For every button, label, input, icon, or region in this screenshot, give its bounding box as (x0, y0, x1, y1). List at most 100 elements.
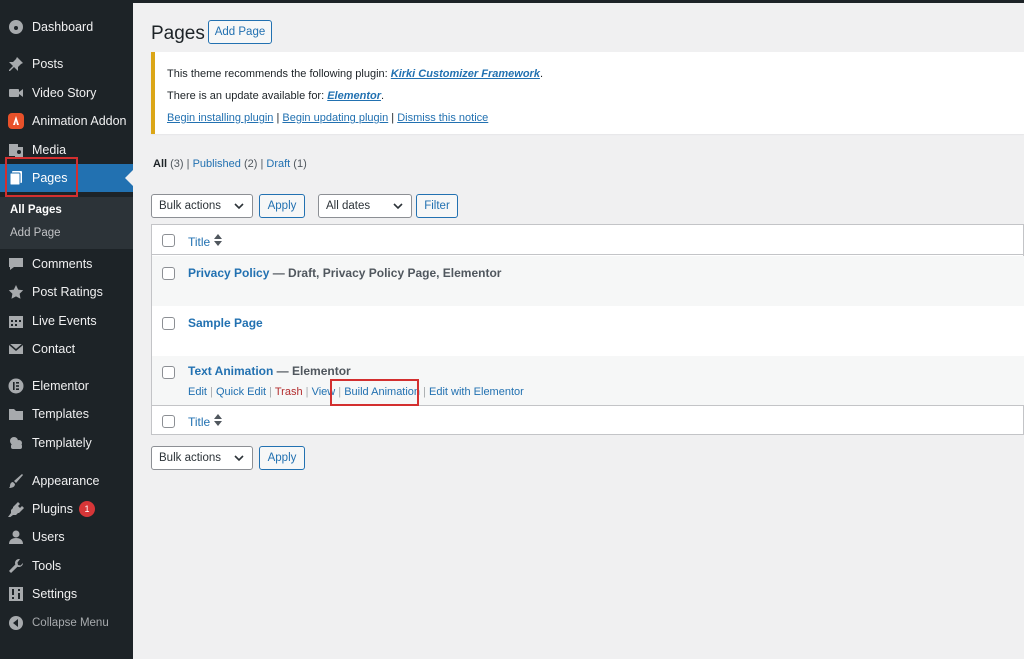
notice-links: Begin installing plugin | Begin updating… (167, 112, 488, 124)
sidebar-item-label: Post Ratings (32, 285, 103, 299)
elementor-icon (8, 378, 24, 394)
title-column-label: Title (188, 414, 211, 429)
dates-filter-select[interactable]: All dates (318, 194, 412, 218)
sort-icon (214, 414, 223, 429)
sidebar-item-live-events[interactable]: Live Events (0, 307, 133, 335)
wrench-icon (8, 558, 24, 574)
table-row: Text Animation — Elementor Edit | Quick … (152, 356, 1024, 406)
select-all-checkbox-footer[interactable] (162, 415, 175, 428)
row-title: Sample Page (188, 316, 263, 330)
bulk-actions-select[interactable]: Bulk actions (151, 194, 253, 218)
row-title: Text Animation — Elementor (188, 364, 351, 378)
sidebar-item-templately[interactable]: Templately (0, 429, 133, 457)
plugin-icon (8, 501, 24, 517)
edit-link[interactable]: Edit (188, 386, 207, 398)
settings-icon (8, 586, 24, 602)
sidebar-item-elementor[interactable]: Elementor (0, 372, 133, 400)
row-checkbox[interactable] (162, 366, 175, 379)
separator: | (423, 386, 426, 398)
sidebar-item-label: Templately (32, 436, 92, 450)
post-state: — Draft, Privacy Policy Page, Elementor (269, 266, 502, 280)
filter-published[interactable]: Published (193, 158, 241, 170)
sidebar-item-settings[interactable]: Settings (0, 580, 133, 608)
notice-line-update: There is an update available for: Elemen… (167, 90, 384, 102)
sidebar-item-appearance[interactable]: Appearance (0, 467, 133, 495)
pin-icon (8, 56, 24, 72)
row-checkbox[interactable] (162, 317, 175, 330)
sidebar-item-label: Tools (32, 559, 62, 573)
page-title-link[interactable]: Text Animation (188, 364, 273, 378)
folder-icon (8, 406, 24, 422)
page-title-link[interactable]: Privacy Policy (188, 266, 269, 280)
sidebar-item-tools[interactable]: Tools (0, 552, 133, 580)
begin-updating-link[interactable]: Begin updating plugin (282, 112, 388, 124)
quick-edit-link[interactable]: Quick Edit (216, 386, 266, 398)
collapse-menu-label: Collapse Menu (32, 617, 109, 629)
bulk-apply-button-bottom[interactable]: Apply (259, 446, 305, 470)
collapse-menu-button[interactable]: Collapse Menu (0, 609, 133, 637)
calendar-icon (8, 313, 24, 329)
dismiss-notice-link[interactable]: Dismiss this notice (397, 112, 488, 124)
sort-icon (214, 234, 223, 249)
pages-table: Title Privacy Policy — Draft, Privacy Po… (151, 224, 1024, 435)
table-footer-row: Title (152, 407, 1024, 436)
sidebar-item-contact[interactable]: Contact (0, 335, 133, 363)
chevron-down-icon (234, 455, 244, 462)
templately-icon (8, 435, 24, 451)
media-icon (8, 142, 24, 158)
sidebar-item-comments[interactable]: Comments (0, 250, 133, 278)
dates-filter-value: All dates (326, 200, 371, 212)
submenu-all-pages[interactable]: All Pages (10, 204, 62, 216)
sidebar-item-posts[interactable]: Posts (0, 50, 133, 78)
row-checkbox[interactable] (162, 267, 175, 280)
post-state: — Elementor (273, 364, 351, 378)
sidebar-item-label: Posts (32, 57, 64, 71)
sidebar-item-plugins[interactable]: Plugins 1 (0, 495, 133, 523)
user-icon (8, 529, 24, 545)
highlight-box-build-animation (330, 379, 419, 406)
sidebar-item-label: Elementor (32, 379, 89, 393)
filter-all-count: (3) (170, 158, 184, 170)
trash-link[interactable]: Trash (275, 386, 303, 398)
submenu-add-page[interactable]: Add Page (10, 227, 61, 239)
notice-text: . (539, 68, 543, 80)
title-column-header[interactable]: Title (188, 234, 223, 249)
filter-draft-count: (1) (293, 158, 307, 170)
kirki-plugin-link[interactable]: Kirki Customizer Framework (391, 68, 540, 80)
sidebar-item-animation-addon[interactable]: Animation Addon (0, 107, 133, 135)
notice-text: This theme recommends the following plug… (167, 68, 391, 80)
edit-with-elementor-link[interactable]: Edit with Elementor (429, 386, 524, 398)
sidebar-item-label: Settings (32, 587, 78, 601)
sidebar-item-label: Users (32, 530, 65, 544)
star-icon (8, 284, 24, 300)
plugin-notice: This theme recommends the following plug… (151, 52, 1024, 134)
admin-sidebar: Dashboard Posts Video Story Animation Ad… (0, 3, 133, 659)
filter-all[interactable]: All (153, 158, 167, 170)
page-title-link[interactable]: Sample Page (188, 316, 263, 330)
title-column-label: Title (188, 234, 211, 249)
bulk-actions-value: Bulk actions (159, 200, 222, 212)
elementor-plugin-link[interactable]: Elementor (327, 90, 381, 102)
sidebar-item-users[interactable]: Users (0, 523, 133, 551)
sidebar-item-dashboard[interactable]: Dashboard (0, 13, 133, 41)
sidebar-item-label: Templates (32, 407, 89, 421)
bulk-apply-button[interactable]: Apply (259, 194, 305, 218)
title-column-footer[interactable]: Title (188, 414, 223, 429)
sidebar-item-post-ratings[interactable]: Post Ratings (0, 278, 133, 306)
brush-icon (8, 473, 24, 489)
sidebar-item-video-story[interactable]: Video Story (0, 79, 133, 107)
sidebar-item-templates[interactable]: Templates (0, 400, 133, 428)
filter-button[interactable]: Filter (416, 194, 458, 218)
table-row: Privacy Policy — Draft, Privacy Policy P… (152, 256, 1024, 306)
filter-draft[interactable]: Draft (266, 158, 290, 170)
separator: | (391, 112, 395, 124)
sidebar-item-label: Appearance (32, 474, 100, 488)
collapse-icon (8, 615, 24, 631)
bulk-actions-select-bottom[interactable]: Bulk actions (151, 446, 253, 470)
table-header-row: Title (152, 225, 1024, 255)
highlight-box-pages (5, 157, 78, 197)
add-page-button[interactable]: Add Page (208, 20, 272, 44)
begin-installing-link[interactable]: Begin installing plugin (167, 112, 273, 124)
select-all-checkbox[interactable] (162, 234, 175, 247)
comments-icon (8, 256, 24, 272)
